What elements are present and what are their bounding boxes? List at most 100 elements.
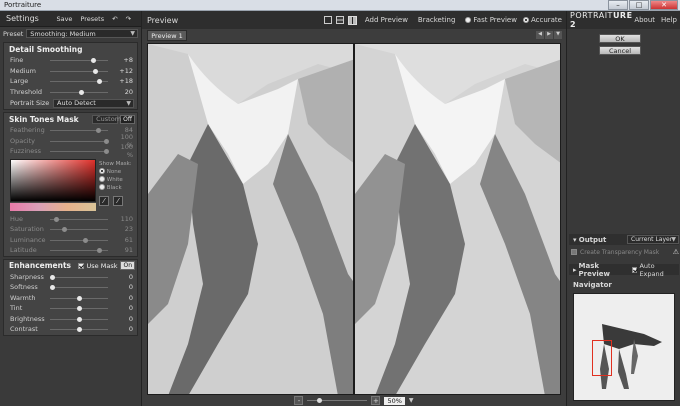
portrait-size-dropdown[interactable]: Auto Detect ▼ <box>53 98 134 108</box>
slider-track[interactable] <box>50 306 108 311</box>
slider-value[interactable]: 0 <box>113 294 133 302</box>
triangle-right-icon: ▸ <box>573 265 577 274</box>
eyedropper-icon[interactable]: ⁄ <box>99 195 109 206</box>
slider-value[interactable]: +8 <box>113 56 133 64</box>
mask-none-option[interactable]: None <box>99 168 132 176</box>
zoom-slider-knob[interactable] <box>317 398 323 403</box>
slider-track[interactable] <box>50 227 108 232</box>
slider-knob[interactable] <box>54 216 60 222</box>
slider-value[interactable]: 91 <box>113 246 133 254</box>
chevron-left-icon[interactable]: ◀ <box>536 31 544 39</box>
slider-track[interactable] <box>50 274 108 280</box>
mask-none-radio[interactable] <box>99 168 105 174</box>
slider-value[interactable]: 0 <box>113 325 133 333</box>
slider-track[interactable] <box>50 89 108 95</box>
skin-mode-dropdown[interactable]: Custom <box>92 114 121 124</box>
slider-value[interactable]: +12 <box>113 67 133 75</box>
slider-track[interactable] <box>50 138 110 144</box>
slider-knob[interactable] <box>79 89 85 95</box>
mask-black-option[interactable]: Black <box>99 184 132 192</box>
enhancements-toggle-button[interactable]: On <box>120 261 135 270</box>
slider-track[interactable] <box>50 327 108 332</box>
slider-track[interactable] <box>50 316 108 322</box>
slider-track[interactable] <box>50 149 110 154</box>
transparency-checkbox[interactable] <box>571 249 577 255</box>
slider-value[interactable]: 110 <box>113 215 133 223</box>
preset-dropdown[interactable]: Smoothing: Medium ▼ <box>26 29 138 38</box>
maximize-button[interactable]: □ <box>629 0 649 10</box>
chevron-down-icon[interactable]: ▼ <box>409 397 414 404</box>
single-view-icon[interactable] <box>323 16 332 24</box>
original-image[interactable] <box>147 43 354 395</box>
fast-preview-radio[interactable] <box>465 17 472 23</box>
redo-icon[interactable]: ↷ <box>122 15 135 23</box>
slider-track[interactable] <box>50 295 108 301</box>
slider-knob[interactable] <box>76 327 82 332</box>
split-horizontal-icon[interactable] <box>335 16 344 24</box>
slider-value[interactable]: 20 <box>113 88 133 96</box>
bracketing-button[interactable]: Bracketing <box>418 16 456 24</box>
slider-knob[interactable] <box>76 316 82 322</box>
slider-value[interactable]: 0 <box>113 273 133 281</box>
accurate-radio[interactable] <box>522 17 529 23</box>
output-dropdown[interactable]: Current Layer ▼ <box>627 235 679 244</box>
slider-knob[interactable] <box>62 227 67 232</box>
slider-track[interactable] <box>50 248 108 253</box>
slider-track[interactable] <box>50 79 108 84</box>
slider-knob[interactable] <box>76 306 82 311</box>
presets-button[interactable]: Presets <box>76 15 108 23</box>
slider-knob[interactable] <box>92 68 98 74</box>
tab-preview-1[interactable]: Preview 1 <box>147 30 187 41</box>
slider-knob[interactable] <box>97 79 103 84</box>
use-mask-checkbox[interactable] <box>77 262 84 269</box>
mask-white-radio[interactable] <box>99 176 105 182</box>
slider-value[interactable]: 0 <box>113 304 133 312</box>
split-vertical-icon[interactable] <box>347 15 357 25</box>
auto-expand-checkbox[interactable] <box>631 266 638 273</box>
slider-knob[interactable] <box>104 149 110 154</box>
mask-black-radio[interactable] <box>99 184 105 190</box>
slider-knob[interactable] <box>91 58 96 63</box>
slider-track[interactable] <box>50 285 108 290</box>
zoom-value[interactable]: 50% <box>384 396 405 405</box>
eyedropper-add-icon[interactable]: ⁄ <box>113 195 123 206</box>
slider-value[interactable]: 61 <box>113 236 133 244</box>
zoom-slider[interactable] <box>307 398 368 403</box>
slider-track[interactable] <box>50 237 108 243</box>
chevron-right-icon[interactable]: ▶ <box>545 31 553 39</box>
ok-button[interactable]: OK <box>599 34 641 43</box>
zoom-out-button[interactable]: - <box>294 396 304 405</box>
color-picker[interactable] <box>10 158 96 202</box>
mask-white-option[interactable]: White <box>99 176 132 184</box>
slider-track[interactable] <box>50 128 108 133</box>
close-button[interactable]: ✕ <box>650 0 678 10</box>
slider-track[interactable] <box>50 68 108 74</box>
slider-knob[interactable] <box>50 285 56 290</box>
zoom-in-button[interactable]: + <box>371 396 381 405</box>
save-button[interactable]: Save <box>52 15 76 23</box>
navigator-thumbnail[interactable] <box>573 293 675 401</box>
slider-knob[interactable] <box>50 274 56 280</box>
slider-value[interactable]: 23 <box>113 225 133 233</box>
skin-toggle-button[interactable]: Off <box>120 114 135 124</box>
chevron-down-icon[interactable]: ▼ <box>554 31 562 39</box>
slider-knob[interactable] <box>76 295 82 301</box>
minimize-button[interactable]: – <box>608 0 628 10</box>
slider-value[interactable]: 0 <box>113 283 133 291</box>
undo-icon[interactable]: ↶ <box>108 15 121 23</box>
slider-knob[interactable] <box>83 237 89 243</box>
hue-strip[interactable] <box>10 202 96 211</box>
navigator-viewport[interactable] <box>592 340 612 376</box>
cancel-button[interactable]: Cancel <box>599 46 641 55</box>
slider-knob[interactable] <box>96 128 102 133</box>
about-button[interactable]: About <box>634 16 655 24</box>
slider-track[interactable] <box>50 58 108 63</box>
add-preview-button[interactable]: Add Preview <box>365 16 408 24</box>
slider-knob[interactable] <box>97 248 103 253</box>
retouched-image[interactable] <box>354 43 561 395</box>
slider-value[interactable]: 0 <box>113 315 133 323</box>
slider-track[interactable] <box>50 216 108 222</box>
help-button[interactable]: Help <box>661 16 677 24</box>
slider-knob[interactable] <box>104 138 110 144</box>
slider-value[interactable]: +18 <box>113 77 133 85</box>
